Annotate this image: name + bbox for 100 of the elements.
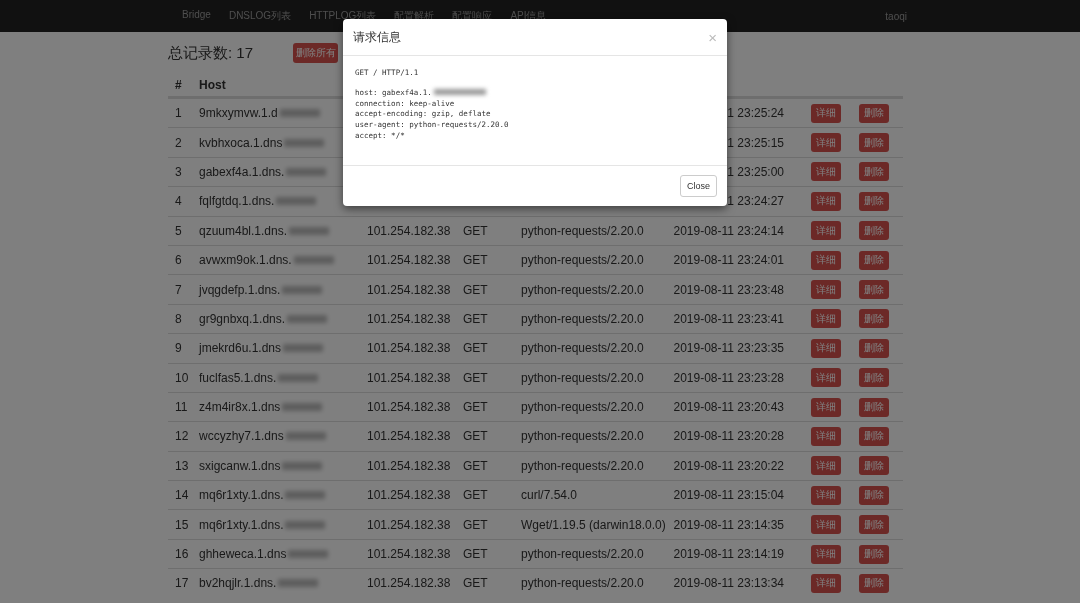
delete-button[interactable]: 删除 — [859, 544, 889, 564]
redaction-mark — [282, 285, 323, 294]
delete-button[interactable]: 删除 — [859, 573, 889, 593]
delete-button[interactable]: 删除 — [859, 427, 889, 446]
redaction-mark — [276, 197, 317, 206]
table-cell: 1 23:25:00 — [727, 164, 784, 179]
table-cell: GET — [463, 429, 488, 444]
table-cell: 2019-08-11 23:23:35 — [673, 341, 784, 356]
detail-button[interactable]: 详细 — [811, 133, 841, 153]
table-cell: 101.254.182.38 — [367, 429, 451, 444]
nav-link[interactable]: Bridge — [182, 9, 211, 23]
table-cell: kvbhxoca.1.dns — [199, 135, 283, 150]
detail-button[interactable]: 详细 — [811, 456, 841, 476]
delete-button[interactable]: 删除 — [859, 338, 889, 358]
detail-button[interactable]: 详细 — [811, 368, 841, 388]
delete-button[interactable]: 删除 — [859, 485, 889, 505]
detail-button[interactable]: 详细 — [811, 250, 841, 270]
table-cell: z4m4ir8x.1.dns — [199, 400, 281, 415]
redaction-mark — [285, 432, 326, 441]
table-cell: Wget/1.19.5 (darwin18.0.0) — [521, 517, 666, 532]
table-cell-text: 13 — [174, 458, 190, 473]
detail-button[interactable]: 详细 — [811, 544, 841, 564]
table-cell: 2019-08-11 23:20:28 — [673, 429, 784, 444]
redaction-mark — [288, 550, 329, 559]
delete-button[interactable]: 删除 — [859, 309, 889, 329]
table-cell-text: 15 — [174, 517, 190, 532]
detail-button[interactable]: 详细 — [811, 397, 841, 417]
table-cell: sxigcanw.1.dns — [199, 458, 281, 473]
table-cell: python-requests/2.20.0 — [521, 370, 644, 385]
redaction-mark — [293, 256, 334, 265]
delete-button[interactable]: 删除 — [859, 103, 889, 123]
table-cell: 101.254.182.38 — [367, 341, 451, 356]
table-cell: 2019-08-11 23:23:48 — [673, 282, 784, 297]
delete-button[interactable]: 删除 — [859, 191, 889, 211]
table-cell: 101.254.182.38 — [367, 458, 451, 473]
table-cell: gr9gnbxq.1.dns. — [199, 311, 286, 326]
table-cell-text: 7 — [174, 282, 183, 297]
table-cell: qzuum4bl.1.dns. — [199, 223, 288, 238]
table-cell: python-requests/2.20.0 — [521, 547, 644, 562]
table-cell-text: 2 — [174, 135, 183, 150]
table-cell: 101.254.182.38 — [367, 282, 451, 297]
detail-button[interactable]: 详细 — [811, 309, 841, 329]
table-cell: 1 23:25:24 — [727, 106, 784, 121]
redaction-mark — [285, 520, 326, 529]
table-cell-text: 11 — [174, 400, 189, 415]
redaction-mark — [433, 89, 486, 96]
table-cell: gabexf4a.1.dns. — [199, 164, 285, 179]
detail-button[interactable]: 详细 — [811, 485, 841, 505]
table-cell-text: 8 — [174, 311, 183, 326]
delete-button[interactable]: 删除 — [859, 515, 889, 535]
redaction-mark — [283, 344, 324, 353]
table-cell: GET — [463, 517, 488, 532]
redaction-mark — [282, 403, 323, 412]
table-cell: python-requests/2.20.0 — [521, 400, 644, 415]
delete-button[interactable]: 删除 — [859, 456, 889, 476]
table-cell-text: 9 — [174, 341, 183, 356]
detail-button[interactable]: 详细 — [811, 221, 841, 241]
delete-button[interactable]: 删除 — [859, 221, 889, 241]
table-cell: fuclfas5.1.dns. — [199, 370, 277, 385]
detail-button[interactable]: 详细 — [811, 427, 841, 446]
table-cell: 101.254.182.38 — [367, 223, 451, 238]
table-cell: 9mkxymvw.1.d — [199, 106, 278, 121]
delete-all-button[interactable]: 删除所有 — [293, 43, 338, 63]
delete-button[interactable]: 删除 — [859, 162, 889, 182]
detail-button[interactable]: 详细 — [811, 103, 841, 123]
table-cell-text: 17 — [174, 576, 190, 591]
table-cell: 2019-08-11 23:20:43 — [673, 400, 784, 415]
redaction-mark — [285, 491, 326, 500]
table-cell: jmekrd6u.1.dns — [199, 341, 282, 356]
detail-button[interactable]: 详细 — [811, 191, 841, 211]
detail-button[interactable]: 详细 — [811, 338, 841, 358]
table-cell: python-requests/2.20.0 — [521, 253, 644, 268]
table-cell: mq6r1xty.1.dns. — [199, 517, 284, 532]
detail-button[interactable]: 详细 — [811, 162, 841, 182]
table-cell: 101.254.182.38 — [367, 370, 451, 385]
table-cell: 2019-08-11 23:15:04 — [673, 488, 784, 503]
detail-button[interactable]: 详细 — [811, 280, 841, 300]
table-cell: wccyzhy7.1.dns — [199, 429, 284, 444]
detail-button[interactable]: 详细 — [811, 573, 841, 593]
table-cell: curl/7.54.0 — [521, 488, 578, 503]
delete-button[interactable]: 删除 — [859, 368, 889, 388]
table-cell: 101.254.182.38 — [367, 400, 451, 415]
delete-button[interactable]: 删除 — [859, 250, 889, 270]
delete-button[interactable]: 删除 — [859, 397, 889, 417]
delete-button[interactable]: 删除 — [859, 133, 889, 153]
table-cell-text: 12 — [174, 429, 190, 444]
table-cell: jvqgdefp.1.dns. — [199, 282, 281, 297]
table-cell: GET — [463, 311, 488, 326]
detail-button[interactable]: 详细 — [811, 515, 841, 535]
redaction-mark — [279, 109, 320, 118]
table-cell: mq6r1xty.1.dns. — [199, 488, 284, 503]
table-cell: GET — [463, 341, 488, 356]
table-cell: avwxm9ok.1.dns. — [199, 253, 292, 268]
table-cell: 101.254.182.38 — [367, 311, 451, 326]
delete-button[interactable]: 删除 — [859, 280, 889, 300]
table-cell: python-requests/2.20.0 — [521, 223, 644, 238]
close-button[interactable]: Close — [680, 175, 717, 197]
table-cell: 2019-08-11 23:24:01 — [673, 253, 784, 268]
user-name[interactable]: taoqi — [885, 10, 907, 22]
table-cell: GET — [463, 223, 488, 238]
